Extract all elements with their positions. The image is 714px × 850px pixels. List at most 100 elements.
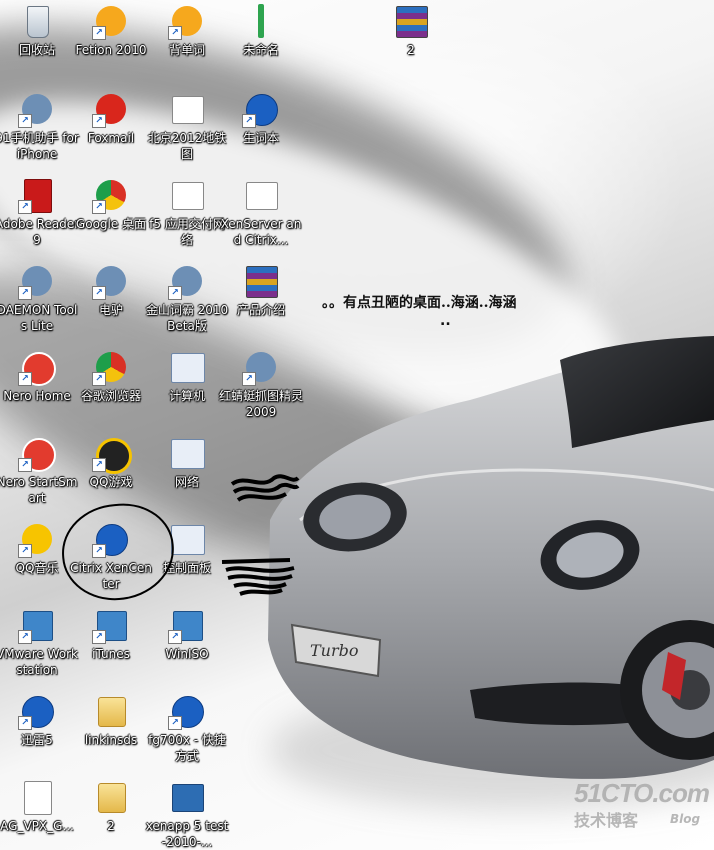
- network-icon: [170, 436, 205, 470]
- desktop-icon[interactable]: ↗ 红蜻蜓抓图精灵2009: [218, 350, 304, 420]
- nero-startsmart-icon: ↗: [18, 436, 56, 472]
- desktop-icon-label: 电驴: [98, 303, 123, 317]
- text-document-icon: [20, 780, 54, 815]
- google-desktop-icon: ↗: [92, 178, 128, 214]
- shortcut-arrow-icon: ↗: [168, 286, 182, 300]
- shortcut-arrow-icon: ↗: [92, 286, 106, 300]
- subway-map-icon: [170, 92, 204, 126]
- desktop-icon[interactable]: 网络: [144, 436, 230, 490]
- untitled-file-icon: [244, 4, 278, 38]
- daemon-tools-icon: ↗: [18, 264, 54, 300]
- verycd-icon: ↗: [92, 264, 128, 300]
- user-folder-icon: [94, 694, 128, 728]
- adobe-reader-icon: ↗: [18, 178, 54, 214]
- desktop-icon[interactable]: ↗ 生词本: [218, 92, 304, 146]
- desktop-icon[interactable]: ↗ fg700x - 快捷方式: [144, 694, 230, 764]
- svg-text:Turbo: Turbo: [310, 641, 359, 660]
- desktop-icon-label: 谷歌浏览器: [80, 389, 141, 403]
- shortcut-arrow-icon: ↗: [242, 372, 256, 386]
- desktop-icon[interactable]: XenServer and Citrix...: [218, 178, 304, 248]
- watermark-logo: 51CTO.com: [574, 778, 710, 808]
- winiso-icon: ↗: [168, 608, 204, 644]
- desktop-icon-label: XenServer and Citrix...: [220, 217, 302, 247]
- vmware-icon: ↗: [18, 608, 54, 644]
- fetion-icon: ↗: [92, 4, 128, 40]
- desktop-icon[interactable]: ↗ 谷歌浏览器: [68, 350, 154, 404]
- qq-music-icon: ↗: [18, 522, 54, 558]
- watermark-blog: Blog: [670, 812, 701, 826]
- shortcut-arrow-icon: ↗: [168, 716, 182, 730]
- shortcut-arrow-icon: ↗: [18, 716, 32, 730]
- desktop-icon-label: 红蜻蜓抓图精灵2009: [218, 389, 303, 419]
- shortcut-arrow-icon: ↗: [92, 114, 106, 128]
- chrome-icon: ↗: [92, 350, 128, 386]
- desktop-icon[interactable]: ↗ WinISO: [144, 608, 230, 662]
- computer-icon: [170, 350, 205, 384]
- shortcut-arrow-icon: ↗: [18, 200, 32, 214]
- desktop-icon-label: 产品介绍: [236, 303, 285, 317]
- desktop-icon[interactable]: linkinsds: [68, 694, 154, 748]
- annotation-scribble: [221, 558, 295, 596]
- shortcut-arrow-icon: ↗: [92, 200, 106, 214]
- screen-capture-icon: ↗: [242, 350, 278, 386]
- desktop-icon[interactable]: ↗ Fetion 2010: [68, 4, 154, 58]
- shortcut-arrow-icon: ↗: [18, 458, 32, 472]
- desktop-icon[interactable]: 产品介绍: [218, 264, 304, 318]
- shortcut-arrow-icon: ↗: [18, 286, 32, 300]
- desktop-icon-label: Google 桌面: [75, 217, 147, 231]
- desktop-icon-label: 生词本: [242, 131, 279, 145]
- desktop-icon-label: 2: [407, 43, 415, 57]
- desktop-icon-label: 未命名: [242, 43, 279, 57]
- shortcut-arrow-icon: ↗: [92, 372, 106, 386]
- watermark: 51CTO.com 技术博客 Blog: [574, 778, 710, 831]
- desktop: Turbo 回收站 ↗ Fetion 2010 ↗ 背单词 未命名 2 ↗ 91手机助手 for…: [0, 0, 714, 850]
- desktop-icon-label: Foxmail: [87, 131, 135, 145]
- xenapp-icon: [170, 780, 204, 814]
- shortcut-arrow-icon: ↗: [92, 458, 106, 472]
- fg700x-icon: ↗: [168, 694, 204, 730]
- f5-document-icon: [170, 178, 204, 212]
- desktop-icon-label: fg700x - 快捷方式: [148, 733, 226, 763]
- desktop-icon[interactable]: ↗ QQ游戏: [68, 436, 154, 490]
- archive-icon: [394, 4, 428, 38]
- shortcut-arrow-icon: ↗: [92, 26, 106, 40]
- annotation-text-continued: ..: [440, 313, 451, 329]
- desktop-icon-label: 2: [107, 819, 115, 833]
- foxmail-icon: ↗: [92, 92, 128, 128]
- control-panel-icon: [170, 522, 205, 556]
- shortcut-arrow-icon: ↗: [242, 114, 256, 128]
- desktop-icon[interactable]: ↗ Google 桌面: [68, 178, 154, 232]
- desktop-icon-label: xenapp 5 test-2010-...: [145, 819, 229, 849]
- desktop-icon[interactable]: 2: [368, 4, 454, 58]
- desktop-icon[interactable]: ↗ 电驴: [68, 264, 154, 318]
- desktop-icon[interactable]: ↗ Foxmail: [68, 92, 154, 146]
- desktop-icon-label: QQ游戏: [89, 475, 133, 489]
- annotation-scribble: [230, 474, 300, 502]
- desktop-icon-label: linkinsds: [84, 733, 138, 747]
- wordbook-icon: ↗: [242, 92, 278, 128]
- desktop-icon[interactable]: xenapp 5 test-2010-...: [144, 780, 230, 850]
- shortcut-arrow-icon: ↗: [18, 630, 32, 644]
- itunes-icon: ↗: [92, 608, 128, 644]
- vocabulary-app-icon: ↗: [168, 4, 204, 40]
- desktop-icon-label: 网络: [174, 475, 199, 489]
- nero-home-icon: ↗: [18, 350, 56, 386]
- shortcut-arrow-icon: ↗: [18, 372, 32, 386]
- xenserver-document-icon: [244, 178, 278, 212]
- thunder-icon: ↗: [18, 694, 54, 730]
- folder-icon: [94, 780, 128, 814]
- desktop-icon-label: Fetion 2010: [75, 43, 147, 57]
- shortcut-arrow-icon: ↗: [18, 114, 32, 128]
- archive-icon: [244, 264, 278, 298]
- desktop-icon-label: iTunes: [92, 647, 130, 661]
- shortcut-arrow-icon: ↗: [168, 630, 182, 644]
- shortcut-arrow-icon: ↗: [18, 544, 32, 558]
- kingsoft-dictionary-icon: ↗: [168, 264, 204, 300]
- recycle-bin-icon: [20, 4, 54, 38]
- desktop-icon[interactable]: 未命名: [218, 4, 304, 58]
- desktop-icon[interactable]: ↗ iTunes: [68, 608, 154, 662]
- 91-assistant-icon: ↗: [18, 92, 54, 128]
- desktop-icon[interactable]: 2: [68, 780, 154, 834]
- shortcut-arrow-icon: ↗: [168, 26, 182, 40]
- annotation-text: 。。有点丑陋的桌面..海涵..海涵: [322, 295, 517, 311]
